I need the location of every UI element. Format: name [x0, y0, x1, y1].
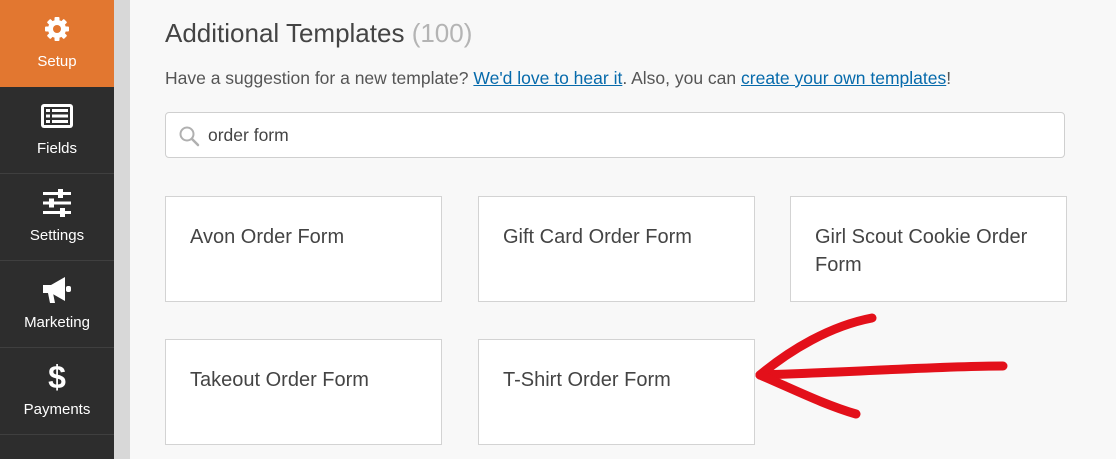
template-suggestion-text: Have a suggestion for a new template? We…	[165, 68, 951, 89]
sidebar-item-label: Settings	[29, 227, 85, 244]
template-search[interactable]	[165, 112, 1065, 158]
sidebar-item-setup[interactable]: Setup	[0, 0, 114, 87]
suggestion-suffix: !	[946, 68, 952, 88]
page-title: Additional Templates (100)	[165, 18, 472, 49]
search-input[interactable]	[208, 121, 1048, 149]
templates-panel: Additional Templates (100) Have a sugges…	[130, 0, 1116, 459]
gear-icon	[0, 14, 114, 44]
suggestion-prefix: Have a suggestion for a new template?	[165, 68, 474, 88]
list-icon	[0, 101, 114, 131]
love-to-hear-link[interactable]: We'd love to hear it	[473, 68, 622, 88]
sidebar-item-settings[interactable]: Settings	[0, 174, 114, 261]
create-templates-link[interactable]: create your own templates	[741, 68, 946, 88]
template-card-gift-card-order-form[interactable]: Gift Card Order Form	[478, 196, 755, 302]
sidebar-item-label: Payments	[23, 401, 91, 418]
sidebar-item-marketing[interactable]: Marketing	[0, 261, 114, 348]
title-text: Additional Templates	[165, 18, 405, 48]
template-card-tshirt-order-form[interactable]: T-Shirt Order Form	[478, 339, 755, 445]
sidebar-item-fields[interactable]: Fields	[0, 87, 114, 174]
sidebar-item-label: Marketing	[24, 314, 90, 331]
panel-gutter	[114, 0, 130, 459]
suggestion-middle: . Also, you can	[622, 68, 742, 88]
sidebar-item-payments[interactable]: $ Payments	[0, 348, 114, 435]
template-card-girl-scout-cookie-order-form[interactable]: Girl Scout Cookie Order Form	[790, 196, 1067, 302]
template-count: (100)	[411, 18, 473, 48]
template-card-avon-order-form[interactable]: Avon Order Form	[165, 196, 442, 302]
megaphone-icon	[0, 275, 114, 305]
dollar-icon: $	[48, 359, 66, 395]
builder-sidebar: Setup Fields Settings Marketing $ Paymen…	[0, 0, 114, 459]
sliders-icon	[0, 188, 114, 218]
sidebar-item-label: Setup	[37, 53, 77, 70]
sidebar-item-label: Fields	[36, 140, 77, 157]
template-card-takeout-order-form[interactable]: Takeout Order Form	[165, 339, 442, 445]
search-icon	[179, 126, 200, 147]
